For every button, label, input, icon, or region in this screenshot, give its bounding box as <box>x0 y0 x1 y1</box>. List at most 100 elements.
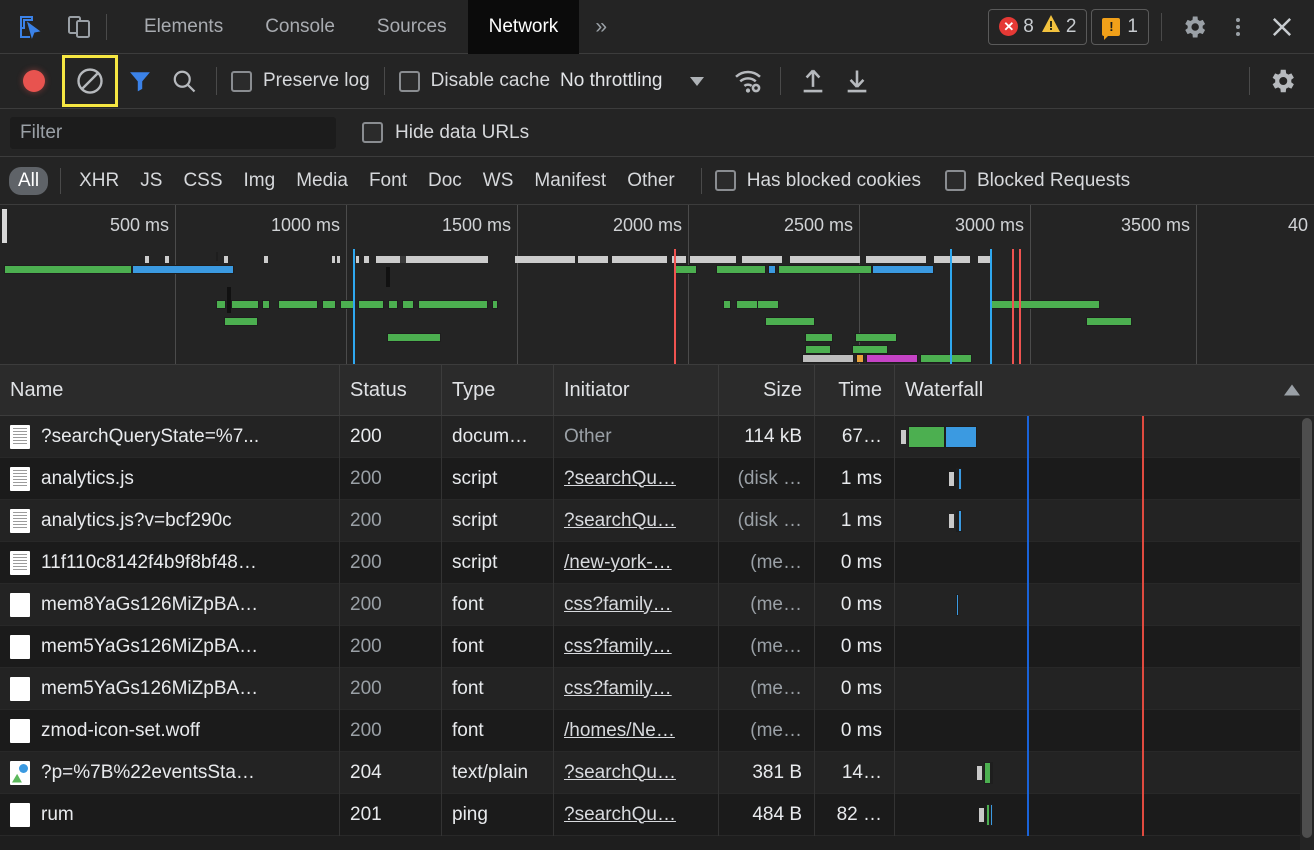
type-filter-manifest[interactable]: Manifest <box>525 167 615 195</box>
kebab-menu-icon[interactable] <box>1218 7 1258 47</box>
column-header-initiator[interactable]: Initiator <box>554 365 719 416</box>
issues-counter[interactable]: ! 1 <box>1091 8 1149 45</box>
table-row[interactable]: mem5YaGs126MiZpBA… 200 font css?family… (me…… <box>0 667 1314 710</box>
vertical-scrollbar[interactable] <box>1300 416 1314 850</box>
preserve-log-checkbox[interactable]: Preserve log <box>227 70 374 92</box>
type-filter-img[interactable]: Img <box>235 167 285 195</box>
overview-request-bar <box>805 345 831 354</box>
filter-input[interactable] <box>10 116 336 149</box>
blocked-requests-box[interactable] <box>945 170 966 191</box>
clear-button[interactable] <box>62 55 118 107</box>
cell-initiator[interactable]: ?searchQu… <box>554 457 719 500</box>
has-blocked-cookies-box[interactable] <box>714 170 736 191</box>
tab-console[interactable]: Console <box>244 0 356 54</box>
initiator-link[interactable]: ?searchQu… <box>564 510 676 532</box>
chevron-down-icon[interactable] <box>690 76 705 86</box>
type-filter-css[interactable]: CSS <box>174 167 231 195</box>
cell-name[interactable]: analytics.js?v=bcf290c <box>0 499 340 542</box>
export-har-button[interactable] <box>835 61 879 101</box>
tab-network[interactable]: Network <box>467 0 580 54</box>
column-header-waterfall[interactable]: Waterfall <box>895 365 1314 416</box>
table-row[interactable]: ?p=%7B%22eventsSta… 204 text/plain ?searchQ… <box>0 751 1314 794</box>
cell-initiator[interactable]: /homes/Ne… <box>554 709 719 752</box>
type-filter-all[interactable]: All <box>9 166 49 195</box>
hide-data-urls-box[interactable] <box>362 122 383 143</box>
cell-name[interactable]: ?searchQueryState=%7... <box>0 416 340 458</box>
cell-initiator[interactable]: ?searchQu… <box>554 751 719 794</box>
initiator-link[interactable]: /homes/Ne… <box>564 720 675 742</box>
has-blocked-cookies-checkbox[interactable]: Has blocked cookies <box>711 170 925 192</box>
initiator-link[interactable]: css?family… <box>564 636 672 658</box>
initiator-link[interactable]: /new-york-… <box>564 552 672 574</box>
table-row[interactable]: ?searchQueryState=%7... 200 docum… Other 114… <box>0 416 1314 458</box>
cell-name[interactable]: zmod-icon-set.woff <box>0 709 340 752</box>
error-counter[interactable]: ✕ 8 <box>999 16 1034 38</box>
column-header-name[interactable]: Name <box>0 365 340 416</box>
cell-waterfall <box>895 499 1314 542</box>
cell-initiator[interactable]: css?family… <box>554 583 719 626</box>
type-filter-xhr[interactable]: XHR <box>70 167 128 195</box>
table-row[interactable]: rum 201 ping ?searchQu… 484 B 82 … <box>0 793 1314 836</box>
more-tabs-icon[interactable]: » <box>579 0 623 54</box>
filter-toggle-button[interactable] <box>118 61 162 101</box>
initiator-link[interactable]: css?family… <box>564 678 672 700</box>
tab-elements[interactable]: Elements <box>123 0 244 54</box>
cell-name[interactable]: 11f110c8142f4b9f8bf48… <box>0 541 340 584</box>
initiator-link[interactable]: css?family… <box>564 594 672 616</box>
cell-name[interactable]: mem5YaGs126MiZpBA… <box>0 667 340 710</box>
cell-initiator[interactable]: css?family… <box>554 667 719 710</box>
table-row[interactable]: analytics.js 200 script ?searchQu… (disk … 1 … <box>0 457 1314 500</box>
disable-cache-box[interactable] <box>398 70 420 92</box>
column-header-status[interactable]: Status <box>340 365 442 416</box>
column-header-size[interactable]: Size <box>719 365 815 416</box>
network-conditions-button[interactable] <box>726 61 770 101</box>
table-row[interactable]: zmod-icon-set.woff 200 font/homes/Ne… (me… 0… <box>0 709 1314 752</box>
throttling-select[interactable]: No throttling <box>554 70 662 92</box>
cell-name[interactable]: mem5YaGs126MiZpBA… <box>0 625 340 668</box>
type-filter-doc[interactable]: Doc <box>419 167 471 195</box>
settings-gear-icon[interactable] <box>1174 7 1214 47</box>
inspect-cursor-icon[interactable] <box>14 10 48 44</box>
import-har-button[interactable] <box>791 61 835 101</box>
table-row[interactable]: mem8YaGs126MiZpBA… 200 font css?family… (me…… <box>0 583 1314 626</box>
initiator-link[interactable]: ?searchQu… <box>564 804 676 826</box>
cell-initiator[interactable]: /new-york-… <box>554 541 719 584</box>
load-event-line <box>1142 751 1145 794</box>
cell-name[interactable]: rum <box>0 793 340 836</box>
cell-name[interactable]: ?p=%7B%22eventsSta… <box>0 751 340 794</box>
disable-cache-checkbox[interactable]: Disable cache <box>395 70 554 92</box>
table-row[interactable]: 11f110c8142f4b9f8bf48… 200 script/new-york… <box>0 541 1314 584</box>
type-filter-other[interactable]: Other <box>618 167 684 195</box>
type-filter-ws[interactable]: WS <box>474 167 523 195</box>
warning-counter[interactable]: 2 <box>1041 14 1076 39</box>
type-filter-font[interactable]: Font <box>360 167 416 195</box>
cell-initiator[interactable]: ?searchQu… <box>554 793 719 836</box>
close-icon[interactable] <box>1262 7 1302 47</box>
column-header-time[interactable]: Time <box>815 365 895 416</box>
hide-data-urls-checkbox[interactable]: Hide data URLs <box>362 122 529 144</box>
record-button[interactable] <box>14 61 54 101</box>
sort-ascending-icon[interactable] <box>1284 384 1300 396</box>
type-filter-media[interactable]: Media <box>287 167 357 195</box>
cell-name[interactable]: analytics.js <box>0 457 340 500</box>
initiator-link[interactable]: ?searchQu… <box>564 762 676 784</box>
search-button[interactable] <box>162 61 206 101</box>
network-overview-timeline[interactable]: 500 ms 1000 ms 1500 ms 2000 ms 2500 ms 3… <box>0 205 1314 365</box>
scrollbar-thumb[interactable] <box>1302 418 1312 838</box>
blocked-requests-checkbox[interactable]: Blocked Requests <box>941 170 1134 192</box>
cell-initiator[interactable]: Other <box>554 416 719 458</box>
column-header-type[interactable]: Type <box>442 365 554 416</box>
table-row[interactable]: analytics.js?v=bcf290c 200 script ?searchQu… <box>0 499 1314 542</box>
table-row[interactable]: mem5YaGs126MiZpBA… 200 font css?family… (me…… <box>0 625 1314 668</box>
cell-initiator[interactable]: ?searchQu… <box>554 499 719 542</box>
type-filter-js[interactable]: JS <box>131 167 171 195</box>
network-settings-button[interactable] <box>1260 61 1304 101</box>
tab-sources[interactable]: Sources <box>356 0 468 54</box>
device-toggle-icon[interactable] <box>62 10 96 44</box>
preserve-log-box[interactable] <box>231 70 252 92</box>
initiator-link[interactable]: ?searchQu… <box>564 468 676 490</box>
error-warning-counters[interactable]: ✕ 8 2 <box>988 8 1088 45</box>
cell-initiator[interactable]: css?family… <box>554 625 719 668</box>
cell-name[interactable]: mem8YaGs126MiZpBA… <box>0 583 340 626</box>
timeline-start-marker <box>2 209 7 243</box>
